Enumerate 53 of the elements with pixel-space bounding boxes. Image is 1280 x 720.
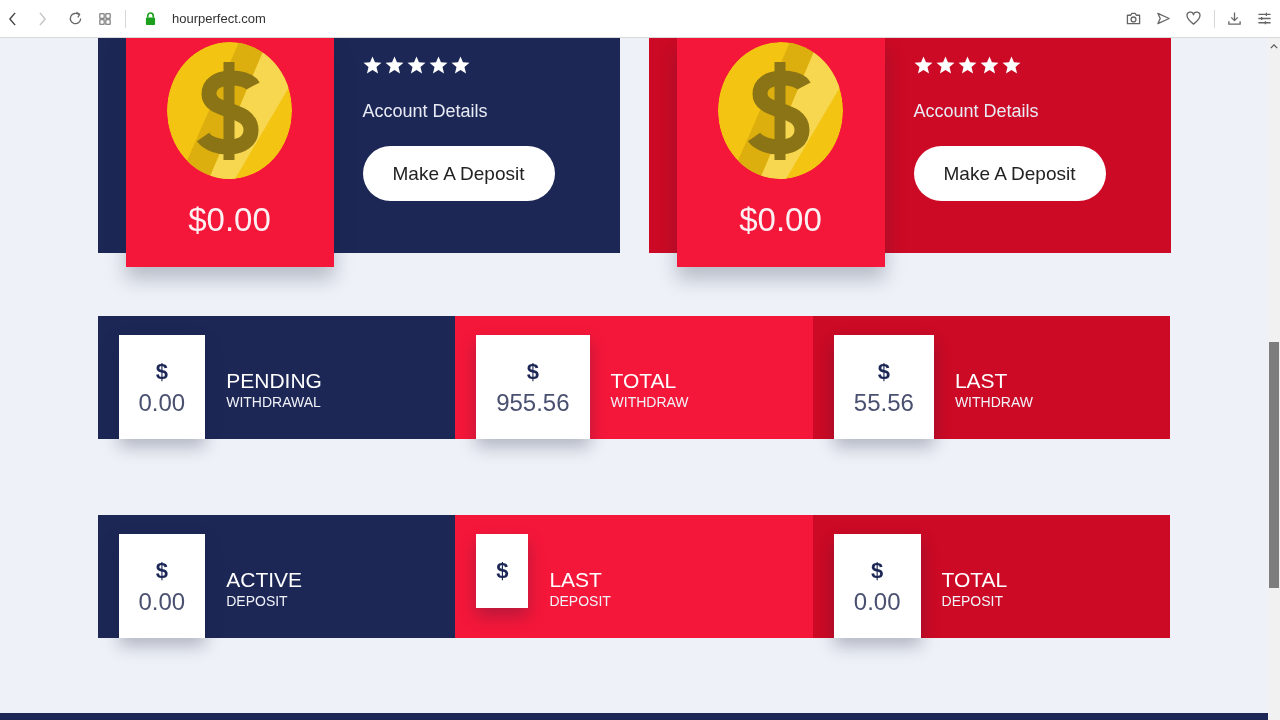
star-icon (384, 56, 404, 74)
star-icon (1001, 56, 1021, 74)
deposit-button[interactable]: Make A Deposit (913, 146, 1106, 201)
stat-subtitle: WITHDRAW (954, 393, 1033, 411)
address-field[interactable]: hourperfect.com (172, 11, 266, 26)
scroll-up-icon[interactable] (1270, 44, 1278, 49)
scrollbar-thumb[interactable] (1269, 342, 1279, 588)
deposit-button[interactable]: Make A Deposit (362, 146, 555, 201)
star-icon (957, 56, 977, 74)
currency-symbol: $ (871, 557, 884, 585)
currency-symbol: $ (155, 557, 168, 585)
star-icon (406, 56, 426, 74)
reload-icon[interactable] (68, 11, 83, 26)
stat-subtitle: WITHDRAW (610, 393, 689, 411)
star-icon (979, 56, 999, 74)
star-icon (913, 56, 933, 74)
star-icon (362, 56, 382, 74)
dollar-coin-icon (718, 42, 843, 179)
stat-value: 0.00 (853, 587, 901, 617)
plan-title: Account Details (913, 100, 1039, 123)
stat-title: LAST (954, 368, 1009, 393)
back-icon[interactable] (8, 11, 17, 26)
stat-subtitle: DEPOSIT (941, 592, 1004, 610)
stat-value: 955.56 (496, 388, 570, 418)
star-icon (428, 56, 448, 74)
stat-value: 0.00 (138, 388, 186, 418)
stat-subtitle: DEPOSIT (226, 592, 289, 610)
star-icon (935, 56, 955, 74)
settings-icon[interactable] (1257, 11, 1272, 26)
currency-symbol: $ (526, 358, 539, 386)
stat-value: 0.00 (138, 587, 186, 617)
currency-symbol: $ (155, 358, 168, 386)
stat-title: PENDING (226, 368, 322, 393)
dollar-coin-icon (167, 42, 292, 179)
lock-icon (145, 12, 156, 25)
stat-title: ACTIVE (226, 567, 303, 592)
download-icon[interactable] (1227, 11, 1242, 26)
stat-title: TOTAL (941, 567, 1008, 592)
balance-amount: $0.00 (188, 200, 271, 240)
stat-subtitle: WITHDRAWAL (226, 393, 322, 411)
plan-title: Account Details (362, 100, 488, 123)
star-icon (450, 56, 470, 74)
currency-symbol: $ (496, 557, 509, 585)
send-icon[interactable] (1156, 11, 1171, 26)
camera-icon[interactable] (1126, 11, 1141, 26)
stat-subtitle: DEPOSIT (549, 592, 611, 610)
stat-title: TOTAL (610, 368, 678, 393)
grid-icon[interactable] (99, 12, 111, 25)
balance-amount: $0.00 (739, 200, 822, 240)
stat-value: 55.56 (853, 388, 914, 418)
heart-icon[interactable] (1186, 11, 1201, 26)
currency-symbol: $ (877, 358, 890, 386)
stat-title: LAST (549, 567, 603, 592)
